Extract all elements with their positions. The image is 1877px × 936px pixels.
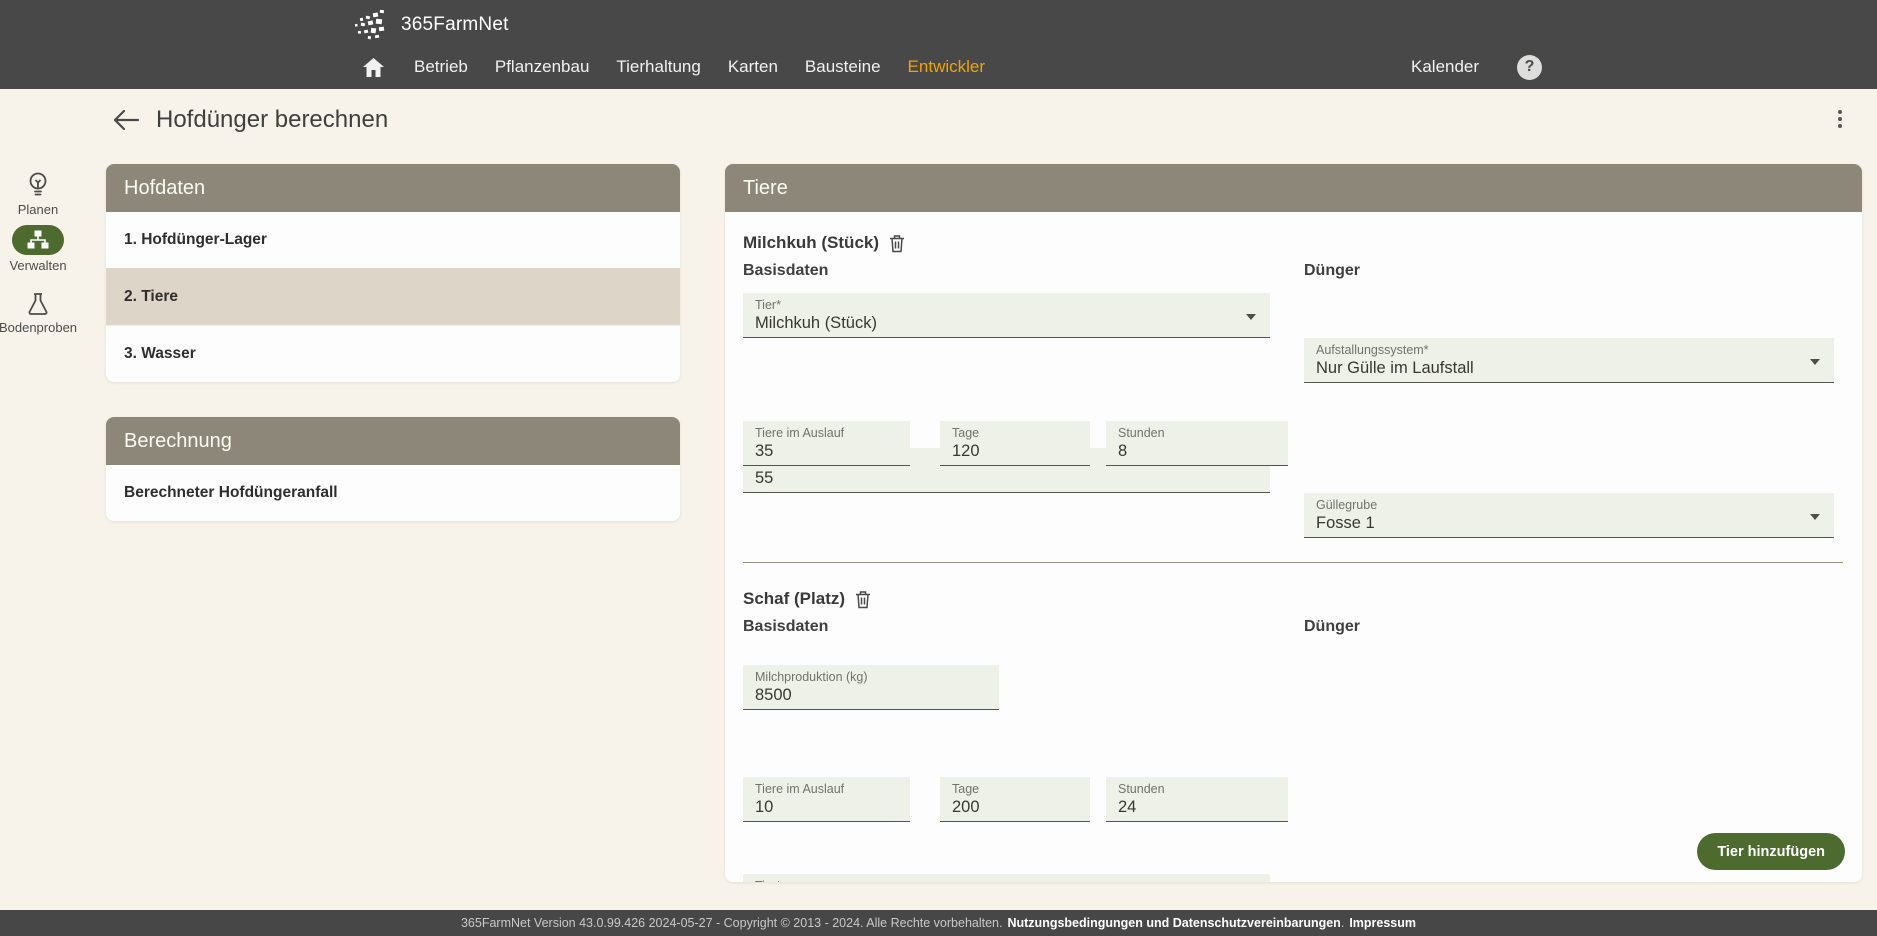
field-value: 8500 <box>755 685 999 705</box>
footer-separator: . <box>1341 916 1344 930</box>
section-divider <box>743 562 1843 563</box>
kalender-link[interactable]: Kalender <box>1411 57 1479 77</box>
field-label: Tage <box>952 426 1090 440</box>
animal-name: Milchkuh (Stück) <box>743 233 879 253</box>
animal-section-header: Milchkuh (Stück) <box>743 233 905 253</box>
nav-item-karten[interactable]: Karten <box>728 57 778 77</box>
delete-animal-icon[interactable] <box>855 590 871 609</box>
aufstallungssystem-select[interactable]: Aufstallungssystem* Nur Gülle im Laufsta… <box>1304 338 1834 383</box>
page-title-row: Hofdünger berechnen <box>113 106 388 134</box>
duenger-label: Dünger <box>1304 618 1360 636</box>
rail-label: Bodenproben <box>0 320 77 335</box>
org-chart-icon <box>12 225 64 255</box>
tiere-panel-title: Tiere <box>725 164 1862 212</box>
berechnung-panel-title: Berechnung <box>106 417 680 465</box>
field-label: Tier* <box>755 879 1270 882</box>
rail-item-bodenproben[interactable]: Bodenproben <box>0 292 76 335</box>
home-icon[interactable] <box>363 58 384 77</box>
nav-item-pflanzenbau[interactable]: Pflanzenbau <box>495 57 590 77</box>
list-item-tiere[interactable]: 2. Tiere <box>106 268 680 325</box>
back-arrow-icon[interactable] <box>113 109 139 131</box>
field-value: 120 <box>952 441 1090 461</box>
field-label: Tier* <box>755 298 1270 312</box>
list-item-hofduenger-lager[interactable]: 1. Hofdünger-Lager <box>106 212 680 268</box>
page-title: Hofdünger berechnen <box>156 106 388 134</box>
main-nav: Betrieb Pflanzenbau Tierhaltung Karten B… <box>363 50 985 84</box>
berechnung-panel: Berechnung Berechneter Hofdüngeranfall <box>106 417 680 521</box>
flask-icon <box>26 292 50 317</box>
brand-logo[interactable]: 365FarmNet <box>352 9 509 41</box>
hofdaten-panel: Hofdaten 1. Hofdünger-Lager 2. Tiere 3. … <box>106 164 680 382</box>
field-label: Tage <box>952 782 1090 796</box>
kebab-menu-icon[interactable] <box>1836 108 1844 130</box>
add-animal-button[interactable]: Tier hinzufügen <box>1697 833 1845 870</box>
field-value: 55 <box>755 468 1270 488</box>
farmnet-swarm-icon <box>352 9 396 41</box>
nav-item-betrieb[interactable]: Betrieb <box>414 57 468 77</box>
field-label: Stunden <box>1118 426 1288 440</box>
field-label: Aufstallungssystem* <box>1316 343 1834 357</box>
help-icon[interactable]: ? <box>1517 55 1542 80</box>
impressum-link[interactable]: Impressum <box>1349 916 1416 930</box>
nav-item-bausteine[interactable]: Bausteine <box>805 57 881 77</box>
list-item-wasser[interactable]: 3. Wasser <box>106 325 680 382</box>
tier-select[interactable]: Tier* Milchkuh (Stück) <box>743 293 1270 338</box>
list-item-berechneter-hofduengeranfall[interactable]: Berechneter Hofdüngeranfall <box>106 465 680 521</box>
basisdaten-label: Basisdaten <box>743 618 828 636</box>
rail-item-planen[interactable]: Planen <box>0 171 76 217</box>
tiere-panel-body: Milchkuh (Stück) Basisdaten Dünger Tier*… <box>725 212 1862 882</box>
field-value: 8 <box>1118 441 1288 461</box>
animal-name: Schaf (Platz) <box>743 589 845 609</box>
field-value: Fosse 1 <box>1316 513 1834 533</box>
field-value: Nur Gülle im Laufstall <box>1316 358 1834 378</box>
footer-bar: 365FarmNet Version 43.0.99.426 2024-05-2… <box>0 910 1877 936</box>
delete-animal-icon[interactable] <box>889 234 905 253</box>
header-right: Kalender ? <box>1411 50 1542 84</box>
stunden-input[interactable]: Stunden 8 <box>1106 421 1288 466</box>
field-value: Milchkuh (Stück) <box>755 313 1270 333</box>
tage-input[interactable]: Tage 120 <box>940 421 1090 466</box>
field-value: 24 <box>1118 797 1288 817</box>
field-value: 35 <box>755 441 910 461</box>
chevron-down-icon <box>1810 359 1820 365</box>
rail-label: Verwalten <box>9 258 66 273</box>
chevron-down-icon <box>1246 314 1256 320</box>
tier-select[interactable]: Tier* Schaf (Platz) <box>743 874 1270 882</box>
footer-version-text: 365FarmNet Version 43.0.99.426 2024-05-2… <box>461 916 1003 930</box>
hofdaten-panel-title: Hofdaten <box>106 164 680 212</box>
brand-text: 365FarmNet <box>401 14 509 36</box>
tiere-im-auslauf-input[interactable]: Tiere im Auslauf 10 <box>743 777 910 822</box>
field-value: 10 <box>755 797 910 817</box>
field-label: Stunden <box>1118 782 1288 796</box>
nav-item-tierhaltung[interactable]: Tierhaltung <box>616 57 700 77</box>
field-label: Milchproduktion (kg) <box>755 670 999 684</box>
animal-section-header: Schaf (Platz) <box>743 589 871 609</box>
milchproduktion-input[interactable]: Milchproduktion (kg) 8500 <box>743 665 999 710</box>
terms-link[interactable]: Nutzungsbedingungen und Datenschutzverei… <box>1007 916 1340 930</box>
basisdaten-label: Basisdaten <box>743 262 828 280</box>
field-value: 200 <box>952 797 1090 817</box>
tage-input[interactable]: Tage 200 <box>940 777 1090 822</box>
rail-item-verwalten[interactable]: Verwalten <box>0 225 76 273</box>
duenger-label: Dünger <box>1304 262 1360 280</box>
guellegrube-select[interactable]: Güllegrube Fosse 1 <box>1304 493 1834 538</box>
tiere-panel: Tiere Milchkuh (Stück) Basisdaten Dünger… <box>725 164 1862 882</box>
rail-label: Planen <box>18 202 58 217</box>
field-label: Güllegrube <box>1316 498 1834 512</box>
field-label: Tiere im Auslauf <box>755 782 910 796</box>
field-label: Tiere im Auslauf <box>755 426 910 440</box>
stunden-input[interactable]: Stunden 24 <box>1106 777 1288 822</box>
top-header: 365FarmNet Betrieb Pflanzenbau Tierhaltu… <box>0 0 1877 89</box>
tiere-im-auslauf-input[interactable]: Tiere im Auslauf 35 <box>743 421 910 466</box>
lightbulb-icon <box>25 171 51 199</box>
nav-item-entwickler[interactable]: Entwickler <box>908 57 985 77</box>
chevron-down-icon <box>1810 514 1820 520</box>
